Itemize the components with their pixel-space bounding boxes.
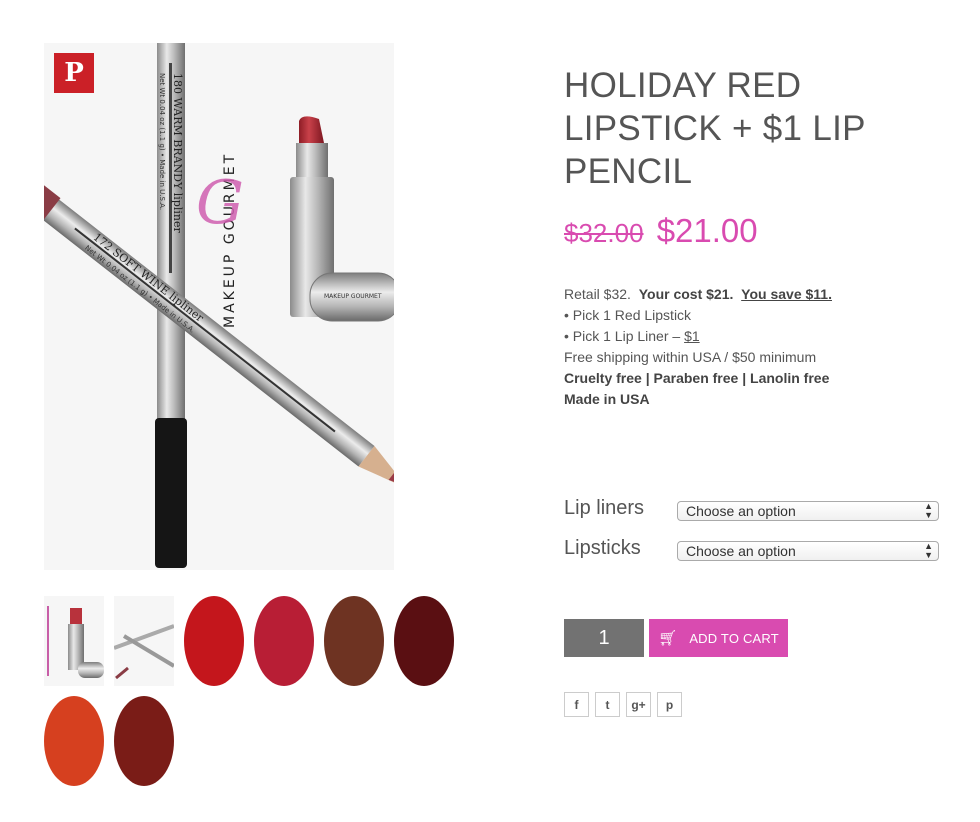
thumbnail-pencils[interactable] xyxy=(114,596,174,686)
product-photo: 180 WARM BRANDY lipliner Net Wt 0.04 oz … xyxy=(44,43,394,570)
lip-liners-value: Choose an option xyxy=(686,503,796,519)
svg-text:180 WARM BRANDY lipliner: 180 WARM BRANDY lipliner xyxy=(171,73,184,233)
select-arrows-icon: ▲ ▼ xyxy=(924,541,933,560)
original-price: $32.00 xyxy=(564,218,644,248)
swatch-brown[interactable] xyxy=(324,596,384,686)
svg-text:MAKEUP GOURMET: MAKEUP GOURMET xyxy=(324,293,382,300)
svg-text:G: G xyxy=(196,168,244,238)
share-buttons: f t g+ p xyxy=(564,692,682,717)
lipsticks-value: Choose an option xyxy=(686,543,796,559)
bullet-liner-text: • Pick 1 Lip Liner – xyxy=(564,328,685,344)
pinterest-save-button[interactable]: P xyxy=(54,53,94,93)
pinterest-icon: p xyxy=(665,697,674,712)
swatch-brick[interactable] xyxy=(114,696,174,786)
add-to-cart-label: Add to cart xyxy=(689,630,779,646)
retail-text: Retail $32. xyxy=(564,286,631,302)
quantity-input[interactable]: 1 xyxy=(564,619,644,657)
product-main-image[interactable]: 180 WARM BRANDY lipliner Net Wt 0.04 oz … xyxy=(44,43,394,570)
lip-liners-select[interactable]: Choose an option ▲ ▼ xyxy=(677,501,939,521)
twitter-share-button[interactable]: t xyxy=(595,692,620,717)
shipping-text: Free shipping within USA / $50 minimum xyxy=(564,349,817,365)
lipsticks-select[interactable]: Choose an option ▲ ▼ xyxy=(677,541,939,561)
savings-text: You save $11. xyxy=(741,286,832,302)
product-description: Retail $32. Your cost $21. You save $11.… xyxy=(564,284,924,410)
select-arrows-icon: ▲ ▼ xyxy=(924,501,933,520)
product-price: $32.00 $21.00 xyxy=(564,212,758,250)
lipsticks-label: Lipsticks xyxy=(564,537,641,559)
swatch-orange-red[interactable] xyxy=(44,696,104,786)
product-title: HOLIDAY RED LIPSTICK + $1 LIP PENCIL xyxy=(564,66,866,191)
pinterest-icon: P xyxy=(64,58,84,88)
add-to-cart-button[interactable]: 🛒︎ Add to cart xyxy=(649,619,788,657)
sale-price: $21.00 xyxy=(656,212,758,249)
facebook-icon: f xyxy=(574,697,579,712)
bullet-lipstick: • Pick 1 Red Lipstick xyxy=(564,307,692,323)
bullet-liner: • Pick 1 Lip Liner – $1 xyxy=(564,326,924,347)
cost-text: Your cost $21. xyxy=(638,286,734,302)
swatch-dark-red[interactable] xyxy=(394,596,454,686)
made-in-text: Made in USA xyxy=(564,391,650,407)
facebook-share-button[interactable]: f xyxy=(564,692,589,717)
svg-text:Net Wt 0.04 oz (1.1 g) • Made: Net Wt 0.04 oz (1.1 g) • Made in U.S.A. xyxy=(158,73,166,210)
google-plus-share-button[interactable]: g+ xyxy=(626,692,651,717)
variations-form: Lip liners Choose an option ▲ ▼ Lipsticks… xyxy=(564,497,944,577)
liner-price-link[interactable]: $1 xyxy=(684,328,700,344)
google-plus-icon: g+ xyxy=(631,697,646,712)
free-from-text: Cruelty free | Paraben free | Lanolin fr… xyxy=(564,370,830,386)
swatch-red-2[interactable] xyxy=(254,596,314,686)
pinterest-share-button[interactable]: p xyxy=(657,692,682,717)
cart-icon: 🛒︎ xyxy=(658,630,678,647)
twitter-icon: t xyxy=(605,697,610,712)
swatch-red-1[interactable] xyxy=(184,596,244,686)
thumbnail-lipstick[interactable] xyxy=(44,596,104,686)
lip-liners-label: Lip liners xyxy=(564,497,645,519)
